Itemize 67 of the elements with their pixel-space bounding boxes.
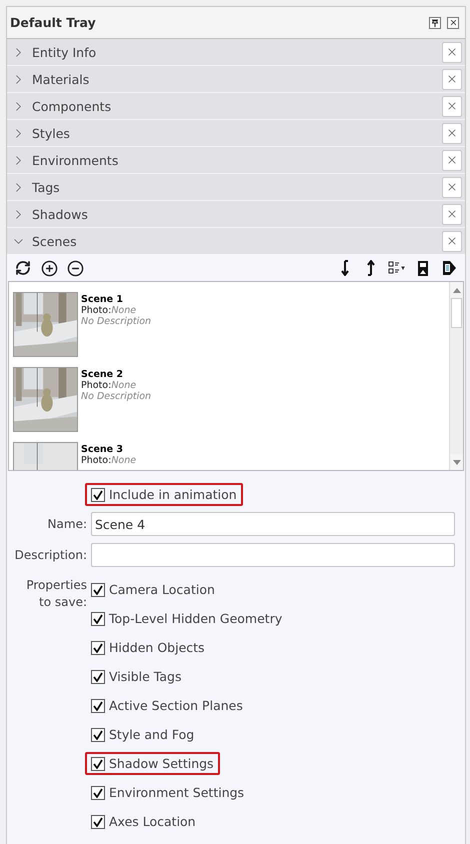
property-option[interactable]: Top-Level Hidden Geometry	[85, 607, 288, 630]
panel-title: Tags	[32, 180, 61, 194]
panel-title: Materials	[32, 72, 90, 86]
property-option[interactable]: Environment Settings	[85, 781, 250, 804]
checkbox[interactable]	[91, 670, 105, 684]
property-option[interactable]: Style and Fog	[85, 723, 200, 746]
close-icon	[446, 46, 458, 58]
name-label: Name:	[46, 517, 87, 531]
panel-header[interactable]: Components	[7, 93, 465, 120]
property-option[interactable]: Active Section Planes	[85, 694, 249, 717]
panel-header[interactable]: Shadows	[7, 201, 465, 228]
close-icon	[446, 181, 458, 193]
close-icon	[446, 208, 458, 220]
scene-name[interactable]: Scene 1	[81, 294, 152, 305]
scroll-up-icon[interactable]	[452, 288, 460, 292]
pin-icon[interactable]	[429, 16, 441, 28]
property-option[interactable]: Visible Tags	[85, 665, 188, 688]
photo-label: Photo:None	[81, 455, 136, 466]
panel-title: Environments	[32, 152, 120, 168]
tray-title: Default Tray	[10, 15, 97, 30]
checkbox[interactable]	[91, 786, 105, 800]
close-icon	[446, 127, 458, 139]
checkbox[interactable]	[91, 612, 105, 626]
panel-title: Entity Info	[32, 44, 98, 60]
close-icon[interactable]	[447, 16, 459, 28]
scene-description: No Description	[81, 391, 152, 402]
panel-title: Styles	[32, 126, 71, 140]
property-option[interactable]: Axes Location	[85, 810, 202, 833]
include-animation-option[interactable]: Include in animation	[85, 483, 243, 506]
scene-name[interactable]: Scene 2	[81, 369, 152, 380]
scrollbar[interactable]	[449, 282, 463, 470]
checkbox[interactable]	[91, 582, 105, 596]
name-field[interactable]: Scene 4	[91, 512, 455, 536]
scene-description: No Description	[81, 316, 152, 327]
scroll-thumb[interactable]	[451, 298, 462, 328]
checkbox[interactable]	[91, 756, 105, 770]
panel-title: Shadows	[32, 206, 89, 222]
panel-header[interactable]: Materials	[7, 66, 465, 93]
close-icon	[446, 73, 458, 85]
checkbox[interactable]	[91, 814, 105, 828]
panel-header[interactable]: Styles	[7, 120, 465, 147]
checkbox[interactable]	[91, 488, 105, 502]
panel-header[interactable]: Entity Info	[7, 39, 465, 66]
panel-header[interactable]: Tags	[7, 174, 465, 201]
panel-header[interactable]: Environments	[7, 147, 465, 174]
close-icon	[446, 154, 458, 166]
checkbox[interactable]	[91, 698, 105, 712]
photo-label: Photo:None	[81, 305, 138, 316]
description-label: Description:	[14, 548, 87, 562]
property-option[interactable]: Shadow Settings	[85, 752, 220, 775]
close-icon	[446, 235, 458, 247]
panel-header[interactable]: Scenes	[7, 228, 465, 255]
close-icon	[446, 100, 458, 112]
properties-label: Properties to save:	[25, 577, 87, 611]
remove-icon[interactable]	[65, 258, 85, 278]
photo-label: Photo:None	[81, 380, 138, 391]
checkbox[interactable]	[91, 640, 105, 654]
property-option[interactable]: Hidden Objects	[85, 636, 211, 659]
scroll-down-icon[interactable]	[452, 460, 460, 464]
refresh-icon[interactable]	[13, 258, 33, 278]
checkbox[interactable]	[91, 728, 105, 742]
add-icon[interactable]	[39, 258, 59, 278]
scene-name[interactable]: Scene 3	[81, 444, 136, 455]
panel-title: Components	[32, 98, 112, 114]
property-option[interactable]: Camera Location	[85, 578, 221, 601]
panel-title: Scenes	[32, 234, 78, 248]
description-field[interactable]	[91, 543, 455, 567]
